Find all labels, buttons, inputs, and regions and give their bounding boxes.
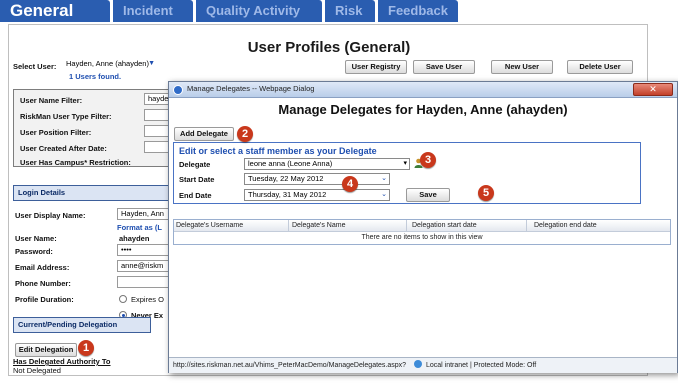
chevron-down-icon: ⌄ (381, 191, 387, 198)
user-registry-button[interactable]: User Registry (345, 60, 407, 74)
delegate-select[interactable]: leone anna (Leone Anna) ▾ (244, 158, 410, 170)
end-date-picker[interactable]: Thursday, 31 May 2012 ⌄ (244, 189, 390, 201)
delete-user-button[interactable]: Delete User (567, 60, 633, 74)
user-name-filter-label: User Name Filter: (20, 96, 83, 105)
select-user-dropdown[interactable]: Hayden, Anne (ahayden) ▼ (63, 59, 157, 71)
user-name-label: User Name: (15, 234, 57, 243)
phone-label: Phone Number: (15, 279, 71, 288)
edit-delegation-button[interactable]: Edit Delegation (15, 343, 77, 357)
col-delegation-end[interactable]: Delegation end date (534, 222, 597, 229)
campus-restriction-label: User Has Campus* Restriction: (20, 158, 131, 167)
callout-1-badge: 1 (78, 340, 94, 356)
status-url: http://sites.riskman.net.au/Vhims_PeterM… (173, 362, 407, 369)
password-input[interactable]: •••• (117, 244, 169, 256)
tab-risk[interactable]: Risk (325, 0, 375, 22)
profile-duration-label: Profile Duration: (15, 295, 74, 304)
selected-user-value: Hayden, Anne (ahayden) (66, 59, 149, 68)
page-title: User Profiles (General) (247, 39, 411, 56)
globe-icon (414, 360, 423, 368)
edit-delegate-panel: Edit or select a staff member as your De… (173, 142, 641, 204)
delegates-grid: Delegate's Username Delegate's Name Dele… (173, 219, 671, 245)
manage-delegates-dialog: Manage Delegates -- Webpage Dialog ✕ Man… (168, 81, 678, 373)
add-delegate-button[interactable]: Add Delegate (174, 127, 234, 141)
delegate-selected-value: leone anna (Leone Anna) (248, 159, 333, 168)
top-tab-strip: General Incident Quality Activity Risk F… (0, 0, 678, 22)
position-filter-label: User Position Filter: (20, 128, 92, 137)
select-user-label: Select User: (13, 62, 57, 71)
user-name-value: ahayden (119, 234, 150, 243)
end-date-label: End Date (179, 191, 212, 200)
callout-2-badge: 2 (237, 126, 253, 142)
users-found-count: 1 Users found. (69, 72, 122, 81)
start-date-label: Start Date (179, 175, 215, 184)
chevron-down-icon: ▼ (148, 60, 155, 67)
end-date-value: Thursday, 31 May 2012 (248, 190, 327, 199)
dialog-titlebar[interactable]: Manage Delegates -- Webpage Dialog ✕ (169, 82, 677, 98)
col-delegate-name[interactable]: Delegate's Name (292, 222, 345, 229)
delegation-status-value: Not Delegated (13, 366, 61, 375)
filter-panel: User Name Filter: hayde RiskMan User Typ… (13, 89, 174, 167)
email-input[interactable]: anne@riskm (117, 260, 169, 272)
callout-3-badge: 3 (420, 152, 436, 168)
tab-incident[interactable]: Incident (113, 0, 193, 22)
delegate-label: Delegate (179, 160, 211, 169)
expires-option-label: Expires O (131, 295, 164, 304)
dialog-status-bar: http://sites.riskman.net.au/Vhims_PeterM… (169, 357, 677, 373)
created-after-label: User Created After Date: (20, 144, 107, 153)
callout-4-badge: 4 (342, 176, 358, 192)
new-user-button[interactable]: New User (491, 60, 553, 74)
edit-delegate-title: Edit or select a staff member as your De… (179, 146, 377, 156)
phone-input[interactable] (117, 276, 169, 288)
start-date-value: Tuesday, 22 May 2012 (248, 174, 324, 183)
password-label: Password: (15, 247, 53, 256)
tab-feedback[interactable]: Feedback (378, 0, 458, 22)
close-icon[interactable]: ✕ (633, 83, 673, 96)
status-zone: Local intranet | Protected Mode: Off (425, 362, 537, 369)
display-name-label: User Display Name: (15, 211, 86, 220)
col-delegation-start[interactable]: Delegation start date (412, 222, 477, 229)
riskman-type-filter-label: RiskMan User Type Filter: (20, 112, 112, 121)
tab-general[interactable]: General (0, 0, 110, 22)
chevron-down-icon: ▾ (403, 160, 407, 167)
display-name-format-hint: Format as (L (117, 223, 163, 232)
dialog-window-title: Manage Delegates -- Webpage Dialog (187, 84, 315, 93)
save-delegate-button[interactable]: Save (406, 188, 450, 202)
login-details-header: Login Details (13, 185, 169, 201)
chevron-down-icon: ⌄ (381, 175, 387, 182)
current-delegation-header: Current/Pending Delegation (13, 317, 151, 333)
tab-quality-activity[interactable]: Quality Activity (196, 0, 322, 22)
col-delegate-username[interactable]: Delegate's Username (176, 222, 243, 229)
start-date-picker[interactable]: Tuesday, 22 May 2012 ⌄ (244, 173, 390, 185)
grid-empty-message: There are no items to show in this view (361, 234, 483, 241)
expires-radio[interactable] (119, 295, 127, 303)
save-user-button[interactable]: Save User (413, 60, 475, 74)
email-label: Email Address: (15, 263, 70, 272)
dialog-heading: Manage Delegates for Hayden, Anne (ahayd… (278, 102, 568, 117)
has-delegated-label: Has Delegated Authority To (13, 357, 111, 366)
display-name-input[interactable]: Hayden, Ann (117, 208, 169, 220)
callout-5-badge: 5 (478, 185, 494, 201)
ie-dialog-icon (173, 85, 183, 95)
delegates-grid-header: Delegate's Username Delegate's Name Dele… (174, 220, 670, 232)
